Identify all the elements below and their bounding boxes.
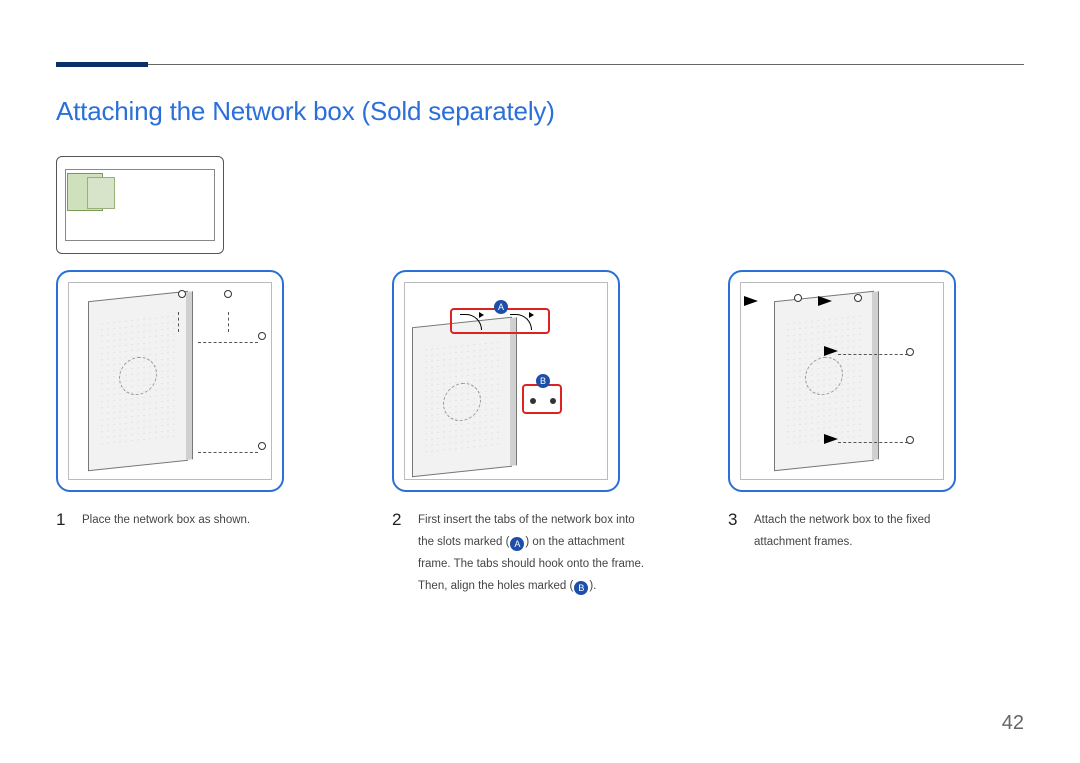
step-3-diagram: [728, 270, 956, 492]
screw-icon: [258, 442, 266, 450]
label-a-icon: A: [494, 300, 508, 314]
label-b-icon: B: [536, 374, 550, 388]
arrow-arc-icon: [510, 314, 532, 330]
header-accent: [56, 62, 148, 67]
overview-highlight-2: [87, 177, 115, 209]
screw-icon: [224, 290, 232, 298]
step-2: A B 2 First insert the tabs of the netwo…: [392, 270, 688, 597]
overview-diagram: [56, 156, 224, 254]
step-3-number: 3: [728, 510, 740, 554]
arrow-right-icon: [744, 296, 758, 306]
steps-row: 1 Place the network box as shown. A B 2 …: [56, 270, 1024, 597]
page-number: 42: [1002, 712, 1024, 735]
step-3: 3 Attach the network box to the fixed at…: [728, 270, 1024, 597]
step-1: 1 Place the network box as shown.: [56, 270, 352, 597]
screw-icon: [854, 294, 862, 302]
arrow-right-icon: [824, 434, 838, 444]
header-rule: [56, 64, 1024, 65]
step-3-description: Attach the network box to the fixed atta…: [754, 510, 988, 554]
arrow-right-icon: [824, 346, 838, 356]
screw-icon: [906, 436, 914, 444]
page-title: Attaching the Network box (Sold separate…: [56, 96, 555, 127]
step-1-diagram: [56, 270, 284, 492]
arrow-arc-icon: [460, 314, 482, 330]
step-2-description: First insert the tabs of the network box…: [418, 510, 652, 597]
callout-b: [522, 384, 562, 414]
screw-icon: [794, 294, 802, 302]
screw-icon: [906, 348, 914, 356]
screw-icon: [258, 332, 266, 340]
arrow-right-icon: [818, 296, 832, 306]
step-1-number: 1: [56, 510, 68, 532]
step-2-diagram: A B: [392, 270, 620, 492]
label-a-inline-icon: A: [510, 537, 524, 551]
step-2-number: 2: [392, 510, 404, 597]
screw-icon: [178, 290, 186, 298]
label-b-inline-icon: B: [574, 581, 588, 595]
step-1-description: Place the network box as shown.: [82, 510, 250, 532]
